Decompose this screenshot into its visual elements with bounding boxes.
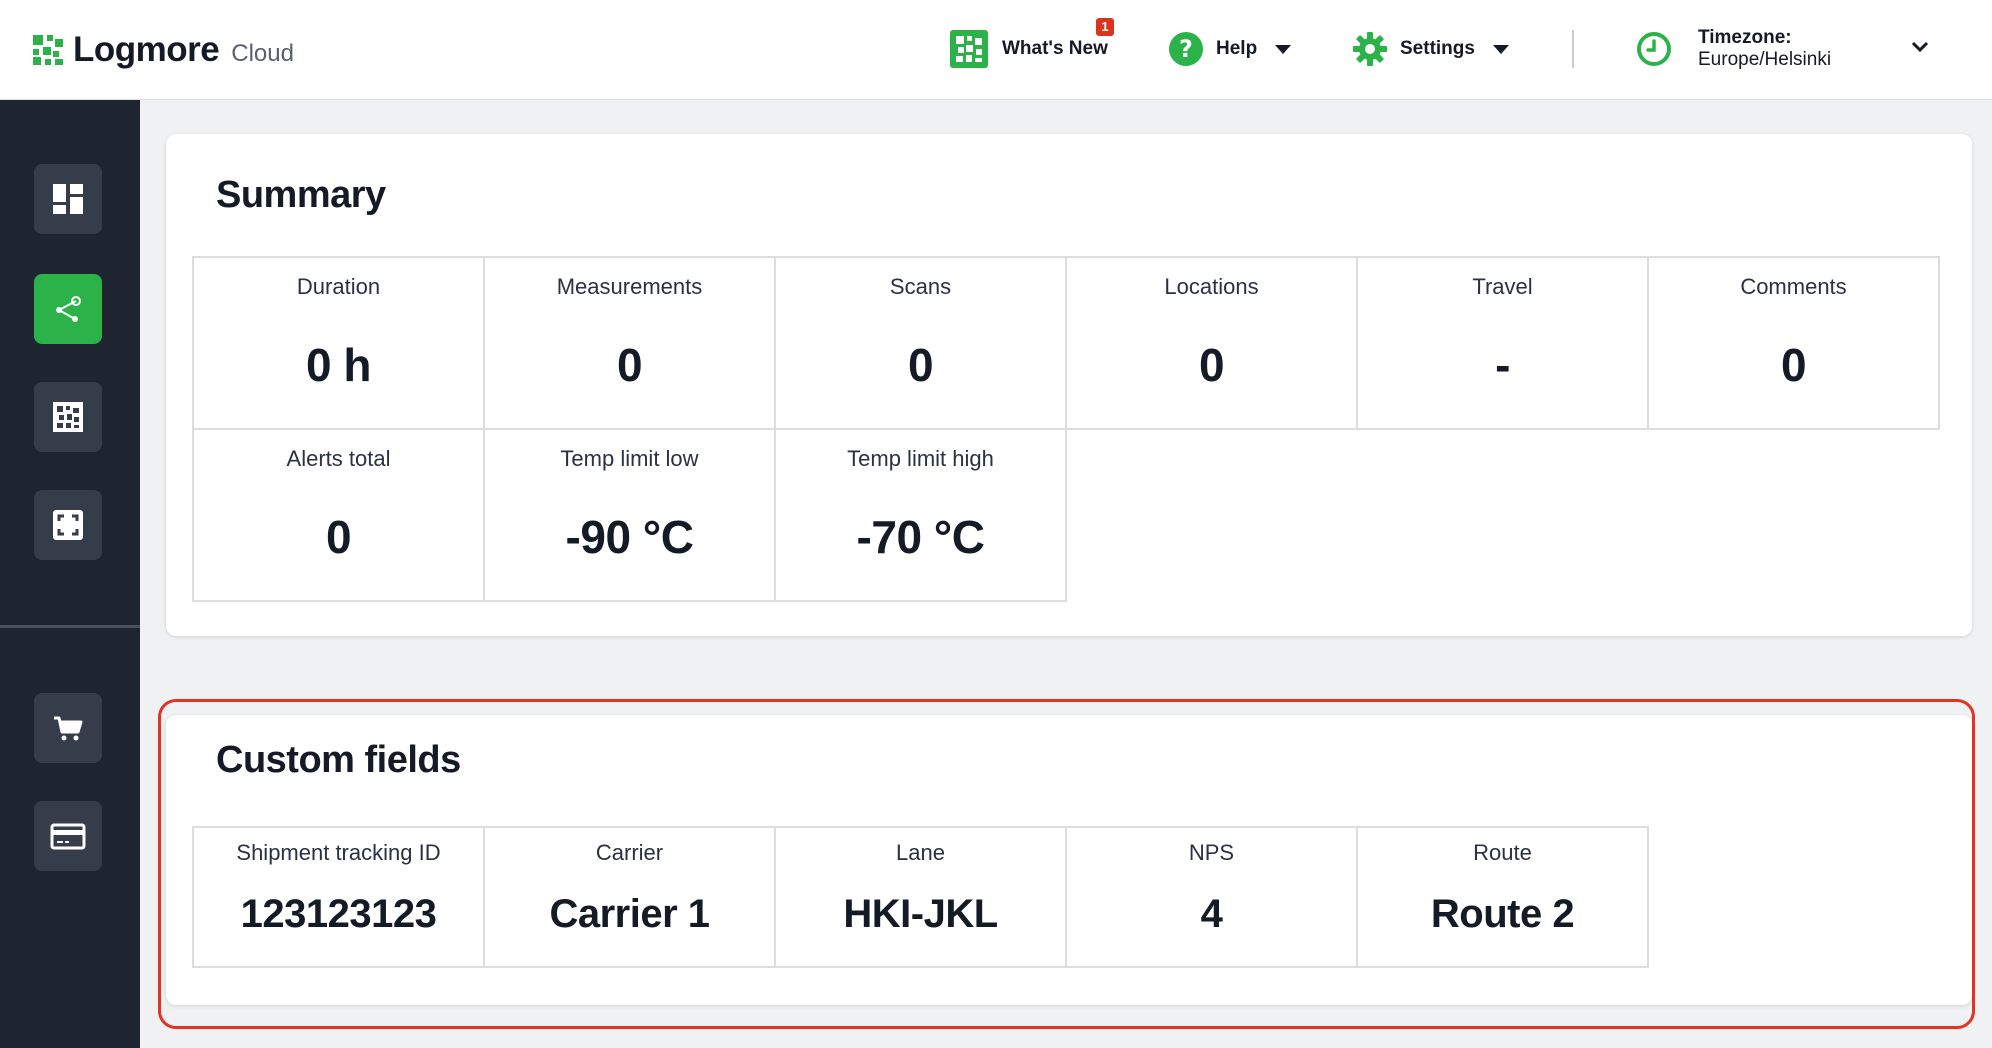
logo[interactable]: Logmore Cloud — [33, 30, 294, 70]
cell-value: 0 h — [306, 339, 371, 391]
sidebar — [0, 100, 140, 1048]
whats-new-label: What's New — [1002, 38, 1108, 59]
summary-cell-comments: Comments 0 — [1647, 256, 1940, 430]
cell-label: NPS — [1188, 840, 1235, 865]
cell-value: HKI-JKL — [843, 892, 998, 936]
header-divider — [1572, 30, 1574, 68]
cell-value: 0 — [907, 339, 934, 391]
logmore-logo-icon — [33, 35, 63, 65]
clock-icon — [1637, 32, 1671, 66]
summary-cell-travel: Travel - — [1356, 256, 1649, 430]
summary-cell-locations: Locations 0 — [1065, 256, 1358, 430]
custom-fields-card: Custom fields Shipment tracking ID 12312… — [166, 715, 1972, 1005]
cell-value: 123123123 — [240, 892, 437, 936]
cell-label: Temp limit low — [560, 446, 699, 471]
custom-field-nps: NPS 4 — [1065, 826, 1358, 968]
cell-label: Travel — [1472, 274, 1533, 299]
whats-new-button[interactable]: What's New 1 — [950, 18, 1114, 70]
help-icon: ? — [1169, 32, 1203, 66]
cell-label: Shipment tracking ID — [236, 840, 441, 865]
summary-cell-alerts-total: Alerts total 0 — [192, 428, 485, 602]
chevron-down-icon — [1275, 44, 1292, 54]
top-header: Logmore Cloud What's New 1 ? Help Settin… — [0, 0, 1992, 100]
sidebar-item-scan[interactable] — [34, 490, 102, 560]
summary-cell-temp-limit-high: Temp limit high -70 °C — [774, 428, 1067, 602]
cell-label: Comments — [1740, 274, 1847, 299]
gear-icon — [1353, 32, 1387, 66]
cell-label: Scans — [889, 274, 952, 299]
cell-value: 0 — [325, 511, 352, 563]
timezone-value: Europe/Helsinki — [1698, 49, 1832, 70]
cell-value: Carrier 1 — [549, 892, 710, 936]
cell-value: Route 2 — [1430, 892, 1575, 936]
dashboard-icon — [53, 184, 83, 214]
product-name: Cloud — [231, 40, 294, 67]
whats-new-icon — [950, 30, 988, 68]
settings-label: Settings — [1400, 38, 1475, 59]
share-icon — [56, 296, 81, 322]
summary-cell-measurements: Measurements 0 — [483, 256, 776, 430]
cell-label: Route — [1473, 840, 1532, 865]
summary-cell-scans: Scans 0 — [774, 256, 1067, 430]
notification-badge: 1 — [1096, 18, 1114, 36]
cell-label: Temp limit high — [847, 446, 994, 471]
summary-title: Summary — [216, 174, 386, 216]
chevron-down-icon — [1492, 44, 1509, 54]
custom-field-carrier: Carrier Carrier 1 — [483, 826, 776, 968]
cell-label: Alerts total — [286, 446, 391, 471]
custom-field-shipment-tracking-id: Shipment tracking ID 123123123 — [192, 826, 485, 968]
chevron-down-icon — [1911, 41, 1929, 53]
custom-fields-title: Custom fields — [216, 739, 461, 781]
custom-field-lane: Lane HKI-JKL — [774, 826, 1067, 968]
svg-text:?: ? — [1179, 35, 1193, 63]
cell-value: - — [1495, 339, 1510, 391]
sidebar-divider — [0, 625, 140, 628]
cell-label: Measurements — [556, 274, 703, 299]
settings-menu-button[interactable]: Settings — [1352, 28, 1509, 70]
sidebar-item-billing[interactable] — [34, 801, 102, 871]
scan-icon — [53, 510, 83, 540]
cell-label: Duration — [296, 274, 381, 299]
summary-cell-temp-limit-low: Temp limit low -90 °C — [483, 428, 776, 602]
cell-value: 0 — [1780, 339, 1807, 391]
help-label: Help — [1216, 38, 1258, 59]
custom-field-route: Route Route 2 — [1356, 826, 1649, 968]
summary-card: Summary Duration 0 h Measurements 0 Scan… — [166, 134, 1972, 636]
cell-value: -70 °C — [856, 511, 985, 563]
cell-label: Locations — [1164, 274, 1259, 299]
sidebar-item-dashboard[interactable] — [34, 164, 102, 234]
custom-fields-grid: Shipment tracking ID 123123123 Carrier C… — [192, 826, 1938, 968]
cell-value: 4 — [1200, 892, 1223, 936]
cell-value: 0 — [616, 339, 643, 391]
cart-icon — [54, 716, 83, 741]
brand-name: Logmore — [73, 30, 220, 69]
sidebar-item-shipments[interactable] — [34, 274, 102, 344]
summary-cell-duration: Duration 0 h — [192, 256, 485, 430]
sidebar-item-shop[interactable] — [34, 693, 102, 763]
cell-label: Lane — [896, 840, 945, 865]
qr-code-icon — [53, 402, 83, 432]
cell-value: -90 °C — [565, 511, 694, 563]
timezone-title: Timezone: — [1698, 27, 1792, 48]
summary-grid: Duration 0 h Measurements 0 Scans 0 Loca… — [192, 256, 1940, 602]
sidebar-item-tags[interactable] — [34, 382, 102, 452]
help-menu-button[interactable]: ? Help — [1168, 28, 1292, 70]
credit-card-icon — [50, 823, 86, 850]
cell-label: Carrier — [595, 840, 664, 865]
timezone-selector[interactable]: Timezone: Europe/Helsinki — [1636, 24, 1929, 74]
cell-value: 0 — [1198, 339, 1225, 391]
